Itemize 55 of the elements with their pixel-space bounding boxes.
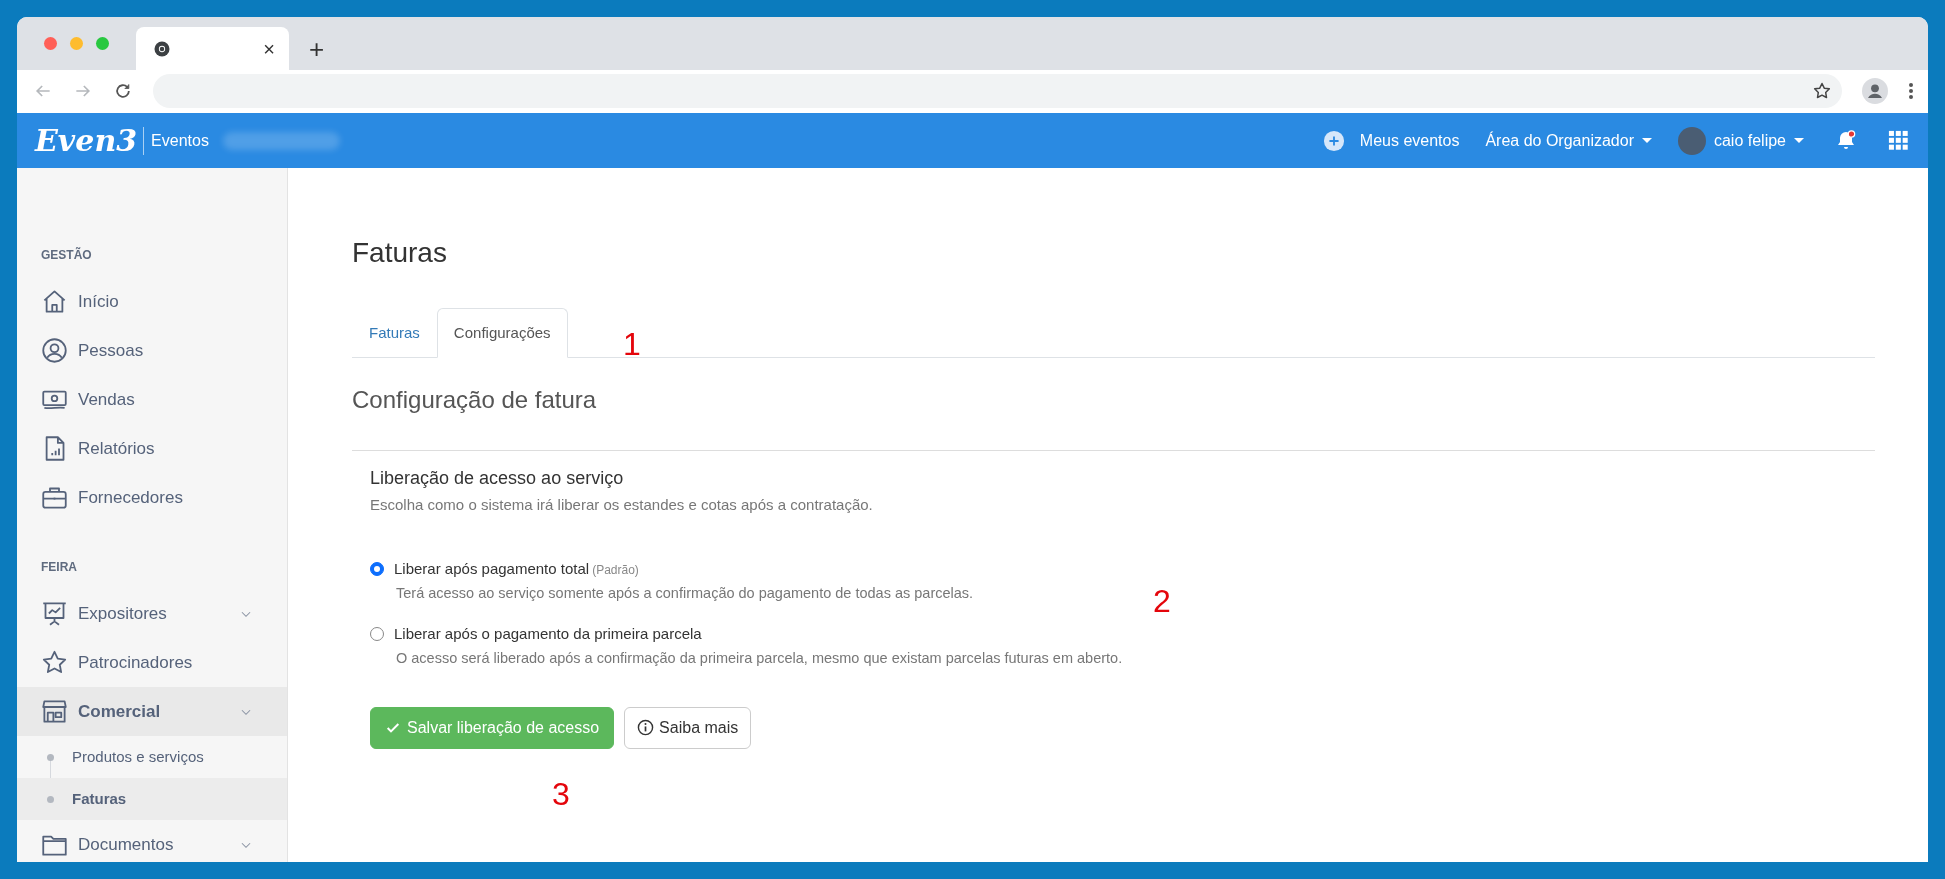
option-label[interactable]: Liberar após o pagamento da primeira parcela — [394, 624, 702, 642]
avatar — [1677, 126, 1706, 155]
section-heading: GESTÃO — [40, 246, 93, 264]
option-description: Terá acesso ao serviço somente após a confirmação do pagamento de todas as parcelas. — [396, 583, 974, 603]
nav-link[interactable]: Área do Organizador — [1485, 128, 1652, 153]
star-icon — [41, 649, 68, 676]
presentation-board-icon — [41, 600, 68, 627]
submenu-item[interactable]: Produtos e serviços — [17, 736, 287, 778]
learn-more-button[interactable]: Saiba mais — [624, 706, 752, 749]
nav-link[interactable]: caio felipe — [1677, 126, 1804, 155]
radio-button[interactable] — [370, 626, 384, 641]
section-heading: Configuração de fatura — [352, 385, 598, 416]
tab[interactable]: Faturas — [352, 307, 437, 359]
sidebar-item[interactable]: Patrocinadores — [17, 638, 287, 687]
nav-link[interactable]: Meus eventos — [1359, 128, 1460, 153]
sidebar-item[interactable]: Fornecedores — [17, 473, 287, 522]
user-circle-icon — [41, 337, 68, 364]
setting-description: Escolha como o sistema irá liberar os estandes e cotas após a contratação. — [370, 495, 874, 516]
sidebar-item[interactable]: Pessoas — [17, 326, 287, 375]
default-note: (Padrão) — [592, 562, 639, 577]
tab-close-button[interactable]: × — [263, 38, 275, 59]
caret-icon — [1641, 138, 1652, 143]
caret-icon — [1794, 138, 1804, 143]
info-icon — [637, 719, 655, 737]
section-heading: FEIRA — [40, 559, 78, 576]
app-name: Eventos — [151, 130, 209, 151]
star-icon[interactable] — [1812, 80, 1832, 101]
annotation-number: 3 — [552, 778, 570, 810]
logo[interactable]: Even3 — [35, 125, 138, 156]
window-control-icon[interactable] — [96, 37, 109, 50]
browser-tab[interactable]: × — [136, 27, 289, 70]
tab[interactable]: Configurações — [436, 307, 568, 359]
annotation-number: 1 — [623, 328, 641, 360]
page-title: Faturas — [352, 236, 448, 270]
sidebar-item[interactable]: Início — [17, 277, 287, 326]
radio-button[interactable] — [370, 561, 384, 576]
sidebar-item[interactable]: Comercial — [17, 687, 287, 736]
sidebar-item[interactable]: Vendas — [17, 375, 287, 424]
setting-title: Liberação de acesso ao serviço — [370, 467, 625, 491]
storefront-icon — [41, 698, 68, 725]
sidebar-item[interactable]: Expositores — [17, 589, 287, 638]
new-tab-button[interactable]: + — [309, 35, 325, 62]
menu-dots-icon[interactable] — [1908, 80, 1914, 101]
add-icon[interactable] — [1322, 129, 1345, 152]
sidebar-item[interactable]: Documentos — [17, 820, 287, 862]
window-control-icon[interactable] — [44, 37, 57, 50]
option-label[interactable]: Liberar após pagamento total — [394, 559, 590, 577]
home-icon — [41, 288, 68, 315]
browser-logo-icon — [153, 39, 171, 58]
apps-grid-icon[interactable] — [1888, 129, 1910, 152]
option-description: O acesso será liberado após a confirmação da primeira parcela, mesmo que existam parcelas futuras em aberto. — [396, 648, 1123, 668]
profile-icon[interactable] — [1862, 77, 1888, 104]
annotation-number: 2 — [1153, 585, 1171, 617]
sidebar-item[interactable]: Relatórios — [17, 424, 287, 473]
submenu-item[interactable]: Faturas — [17, 778, 287, 820]
